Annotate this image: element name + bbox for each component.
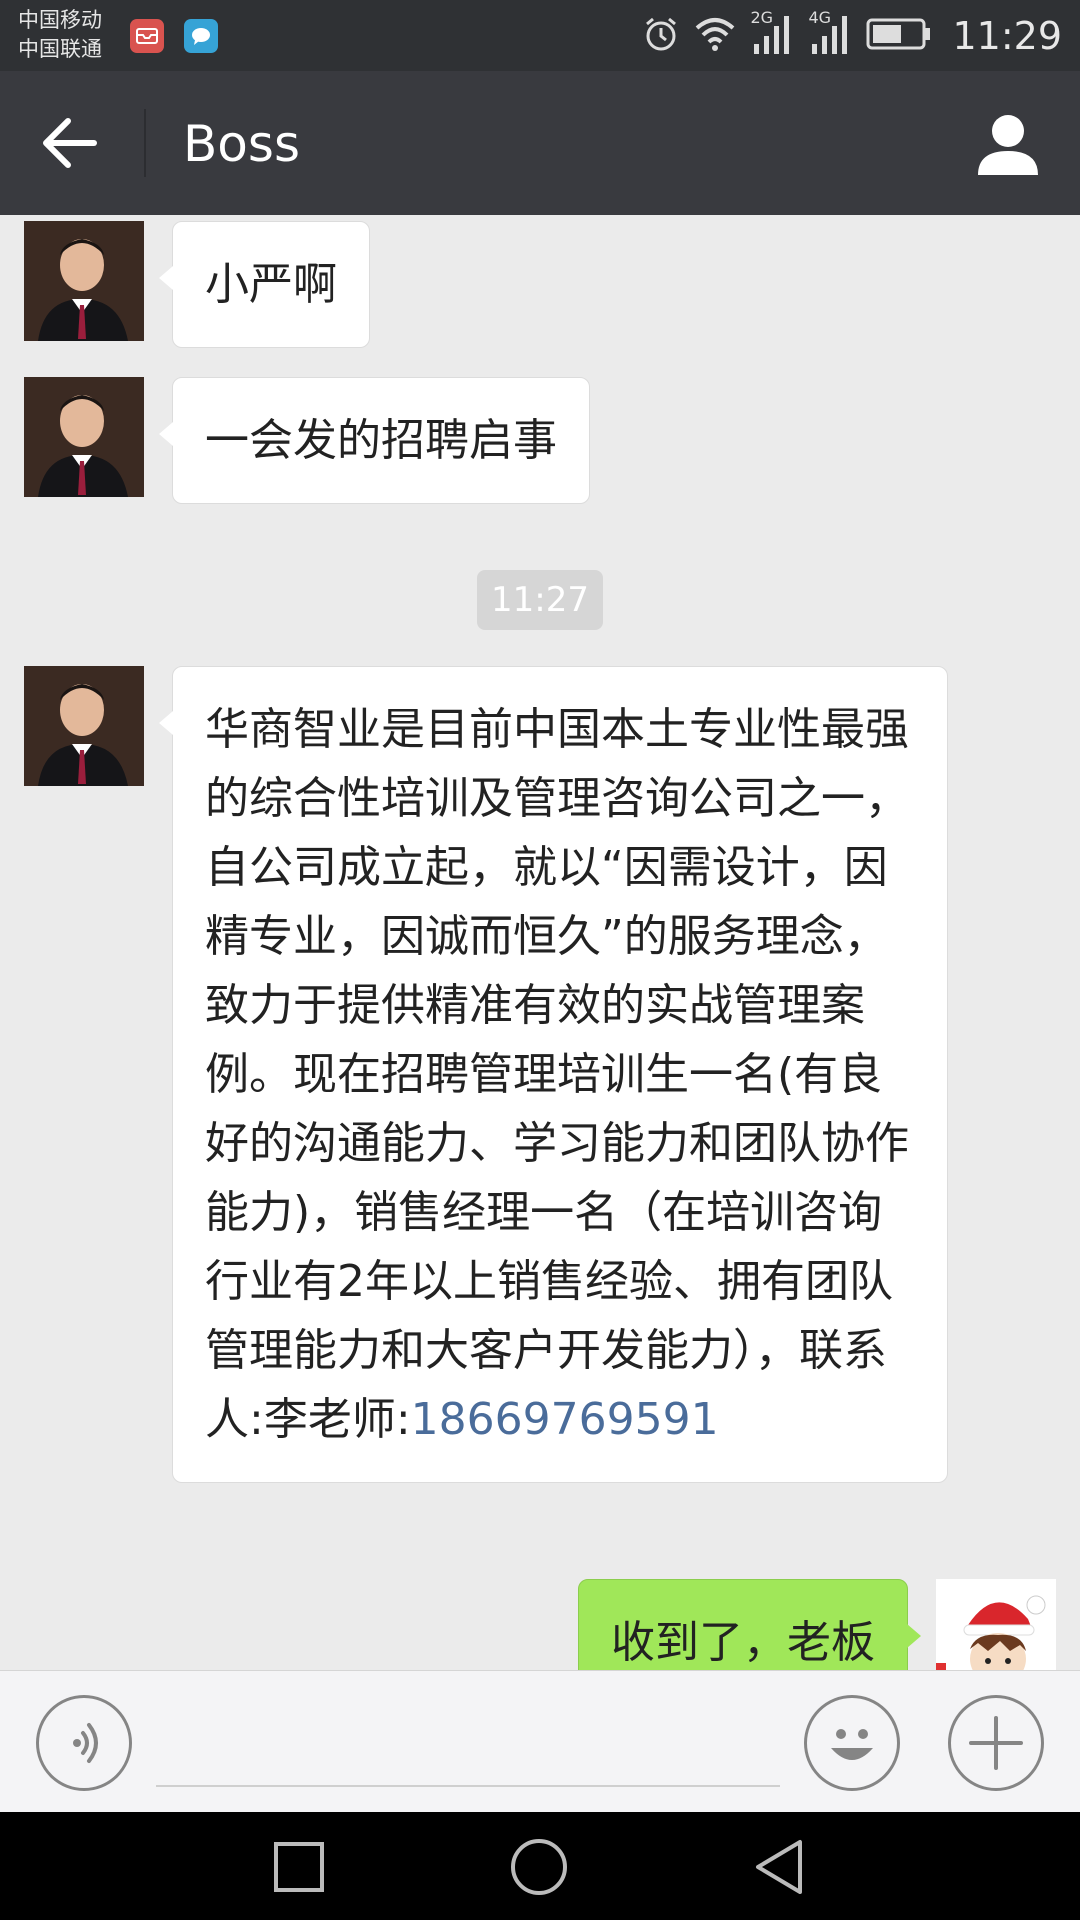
back-button[interactable]: [40, 115, 100, 171]
system-back-button[interactable]: [750, 1836, 812, 1898]
back-icon: [756, 1840, 802, 1894]
status-bar: 中国移动 中国联通 2G 4G 11:29: [0, 0, 1080, 71]
header-divider: [144, 109, 146, 177]
message-notification-icon: [184, 19, 218, 53]
chat-title: Boss: [183, 115, 300, 173]
avatar[interactable]: [24, 666, 144, 786]
chat-info-button[interactable]: [976, 111, 1040, 177]
signal-icon: 4G: [808, 8, 852, 60]
battery-icon: [866, 17, 932, 55]
message-input[interactable]: [156, 1711, 780, 1787]
message-bubble[interactable]: 华商智业是目前中国本土专业性最强的综合性培训及管理咨询公司之一，自公司成立起，就…: [159, 666, 948, 1483]
message-text: 小严啊: [205, 259, 337, 310]
recent-apps-icon: [274, 1842, 324, 1892]
home-icon: [511, 1839, 567, 1895]
carrier-2: 中国联通: [18, 37, 102, 61]
person-icon: [978, 115, 1038, 175]
arrow-left-icon: [43, 118, 97, 168]
chat-header: Boss: [0, 71, 1080, 215]
emoji-button[interactable]: [804, 1695, 900, 1791]
system-navigation-bar: [0, 1812, 1080, 1920]
signal-icon: 2G: [750, 8, 794, 60]
my-avatar[interactable]: [936, 1579, 1056, 1670]
voice-icon: [73, 1723, 98, 1763]
alarm-icon: [642, 15, 680, 57]
message-bubble[interactable]: 一会发的招聘启事: [159, 377, 590, 504]
message-list[interactable]: 小严啊 一会发的招聘启事 11:27 华商智业是目前中国本土专业性最强的综合性培…: [0, 215, 1080, 1670]
timestamp: 11:27: [477, 570, 603, 630]
signal-1-label: 2G: [750, 8, 774, 27]
plus-icon: [969, 1716, 1023, 1770]
status-time: 11:29: [952, 14, 1062, 58]
avatar[interactable]: [24, 377, 144, 497]
mail-notification-icon: [130, 19, 164, 53]
input-bar: [0, 1670, 1080, 1812]
message-text: 一会发的招聘启事: [205, 415, 557, 466]
message-text: 华商智业是目前中国本土专业性最强的综合性培训及管理咨询公司之一，自公司成立起，就…: [205, 704, 909, 1445]
more-button[interactable]: [948, 1695, 1044, 1791]
carrier-labels: 中国移动 中国联通: [18, 6, 102, 64]
signal-2-label: 4G: [808, 8, 832, 27]
my-message-bubble[interactable]: 收到了，老板: [578, 1579, 921, 1670]
recent-apps-button[interactable]: [268, 1836, 330, 1898]
message-bubble[interactable]: 小严啊: [159, 221, 370, 348]
avatar[interactable]: [24, 221, 144, 341]
voice-button[interactable]: [36, 1695, 132, 1791]
message-text: 收到了，老板: [611, 1617, 875, 1668]
phone-link[interactable]: 18669769591: [411, 1394, 719, 1445]
home-button[interactable]: [508, 1836, 570, 1898]
wifi-icon: [694, 16, 736, 56]
emoji-icon: [831, 1729, 873, 1760]
carrier-1: 中国移动: [18, 8, 102, 32]
